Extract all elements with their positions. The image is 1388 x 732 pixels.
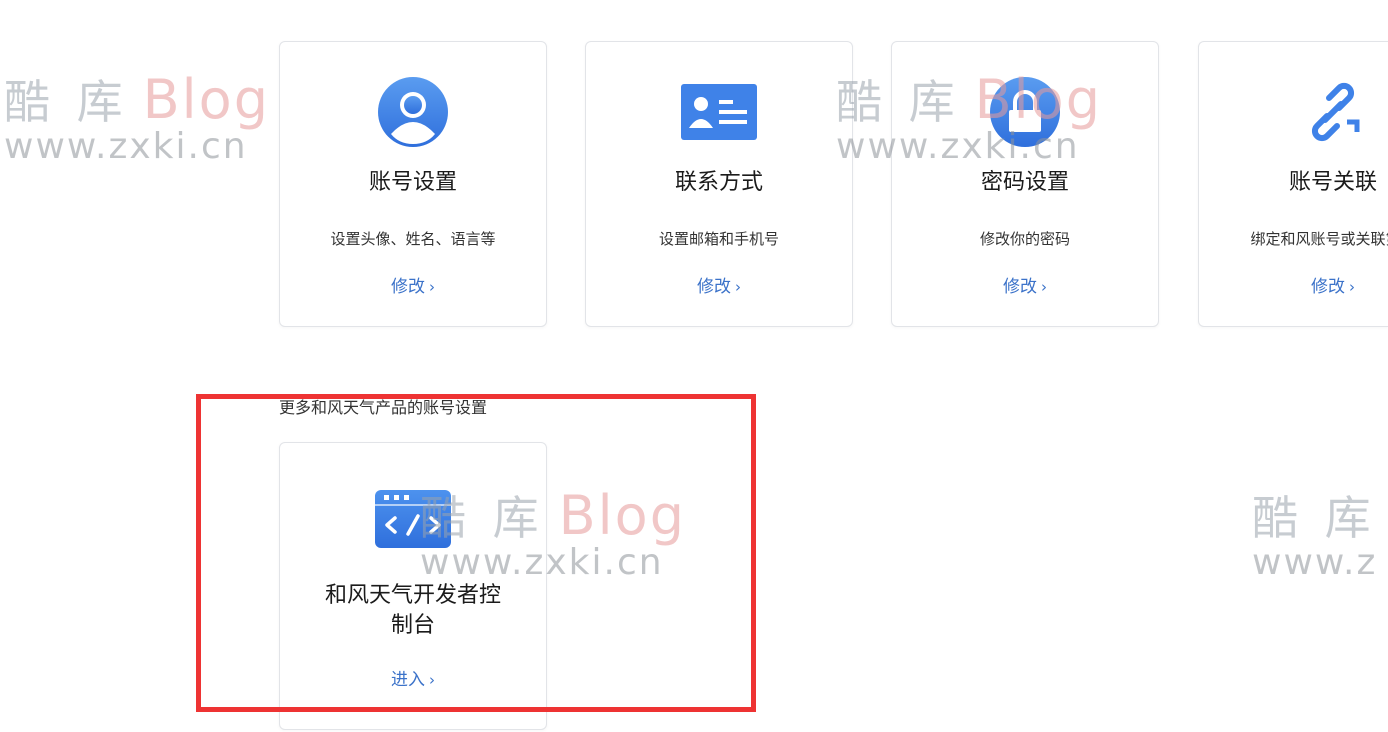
lock-icon <box>892 76 1158 148</box>
watermark-blog-text: Blog <box>142 68 270 131</box>
card-description: 设置邮箱和手机号 <box>658 230 779 248</box>
card-title: 联系方式 <box>674 170 763 195</box>
card-title: 账号关联 <box>1288 170 1377 195</box>
watermark-blog-text: Blog <box>558 484 686 547</box>
watermark-cn-text: 酷 库 <box>1252 491 1377 545</box>
chevron-right-icon: › <box>1041 278 1047 296</box>
watermark-cn-text: 酷 库 <box>4 75 129 129</box>
watermark: 酷 库 Blog www.zxki.cn <box>4 66 270 167</box>
account-settings-edit-link[interactable]: 修改 › <box>280 272 546 297</box>
password-settings-card: 密码设置 修改你的密码 修改 › <box>891 41 1159 327</box>
watermark-url-text: www.z <box>1252 542 1378 583</box>
edit-link-label: 修改 <box>1003 277 1037 297</box>
card-title: 密码设置 <box>980 170 1069 195</box>
account-settings-card: 账号设置 设置头像、姓名、语言等 修改 › <box>279 41 547 327</box>
code-window-icon <box>280 483 546 555</box>
chevron-right-icon: › <box>735 278 741 296</box>
card-description: 绑定和风账号或关联第三 <box>1250 230 1388 248</box>
edit-link-label: 修改 <box>391 277 425 297</box>
chevron-right-icon: › <box>429 671 435 689</box>
watermark-url-text: www.zxki.cn <box>4 126 248 167</box>
contact-info-edit-link[interactable]: 修改 › <box>586 272 852 297</box>
link-icon <box>1199 76 1388 148</box>
account-link-edit-link[interactable]: 修改 › <box>1199 272 1388 297</box>
card-description: 设置头像、姓名、语言等 <box>330 230 496 248</box>
console-title-text: 和风天气开发者控制台 <box>324 583 501 638</box>
contact-info-card: 联系方式 设置邮箱和手机号 修改 › <box>585 41 853 327</box>
watermark: 酷 库 www.z <box>1252 482 1388 583</box>
account-link-card: 账号关联 绑定和风账号或关联第三 修改› <box>1198 41 1388 327</box>
user-avatar-icon <box>280 76 546 148</box>
card-description: 修改你的密码 <box>979 230 1070 248</box>
contact-card-icon <box>586 76 852 148</box>
edit-link-label: 修改 <box>697 277 731 297</box>
password-edit-link[interactable]: 修改 › <box>892 272 1158 297</box>
card-title: 账号设置 <box>368 170 457 195</box>
developer-console-enter-link[interactable]: 进入 › <box>280 665 546 690</box>
chevron-right-icon: › <box>1349 278 1355 296</box>
card-title: 和风天气开发者控制台 <box>280 581 546 641</box>
enter-link-label: 进入 <box>391 670 425 690</box>
more-products-section-label: 更多和风天气产品的账号设置 <box>279 398 488 417</box>
chevron-right-icon: › <box>429 278 435 296</box>
developer-console-card: 和风天气开发者控制台 进入 › <box>279 442 547 730</box>
edit-link-label: 修改 <box>1311 277 1345 297</box>
